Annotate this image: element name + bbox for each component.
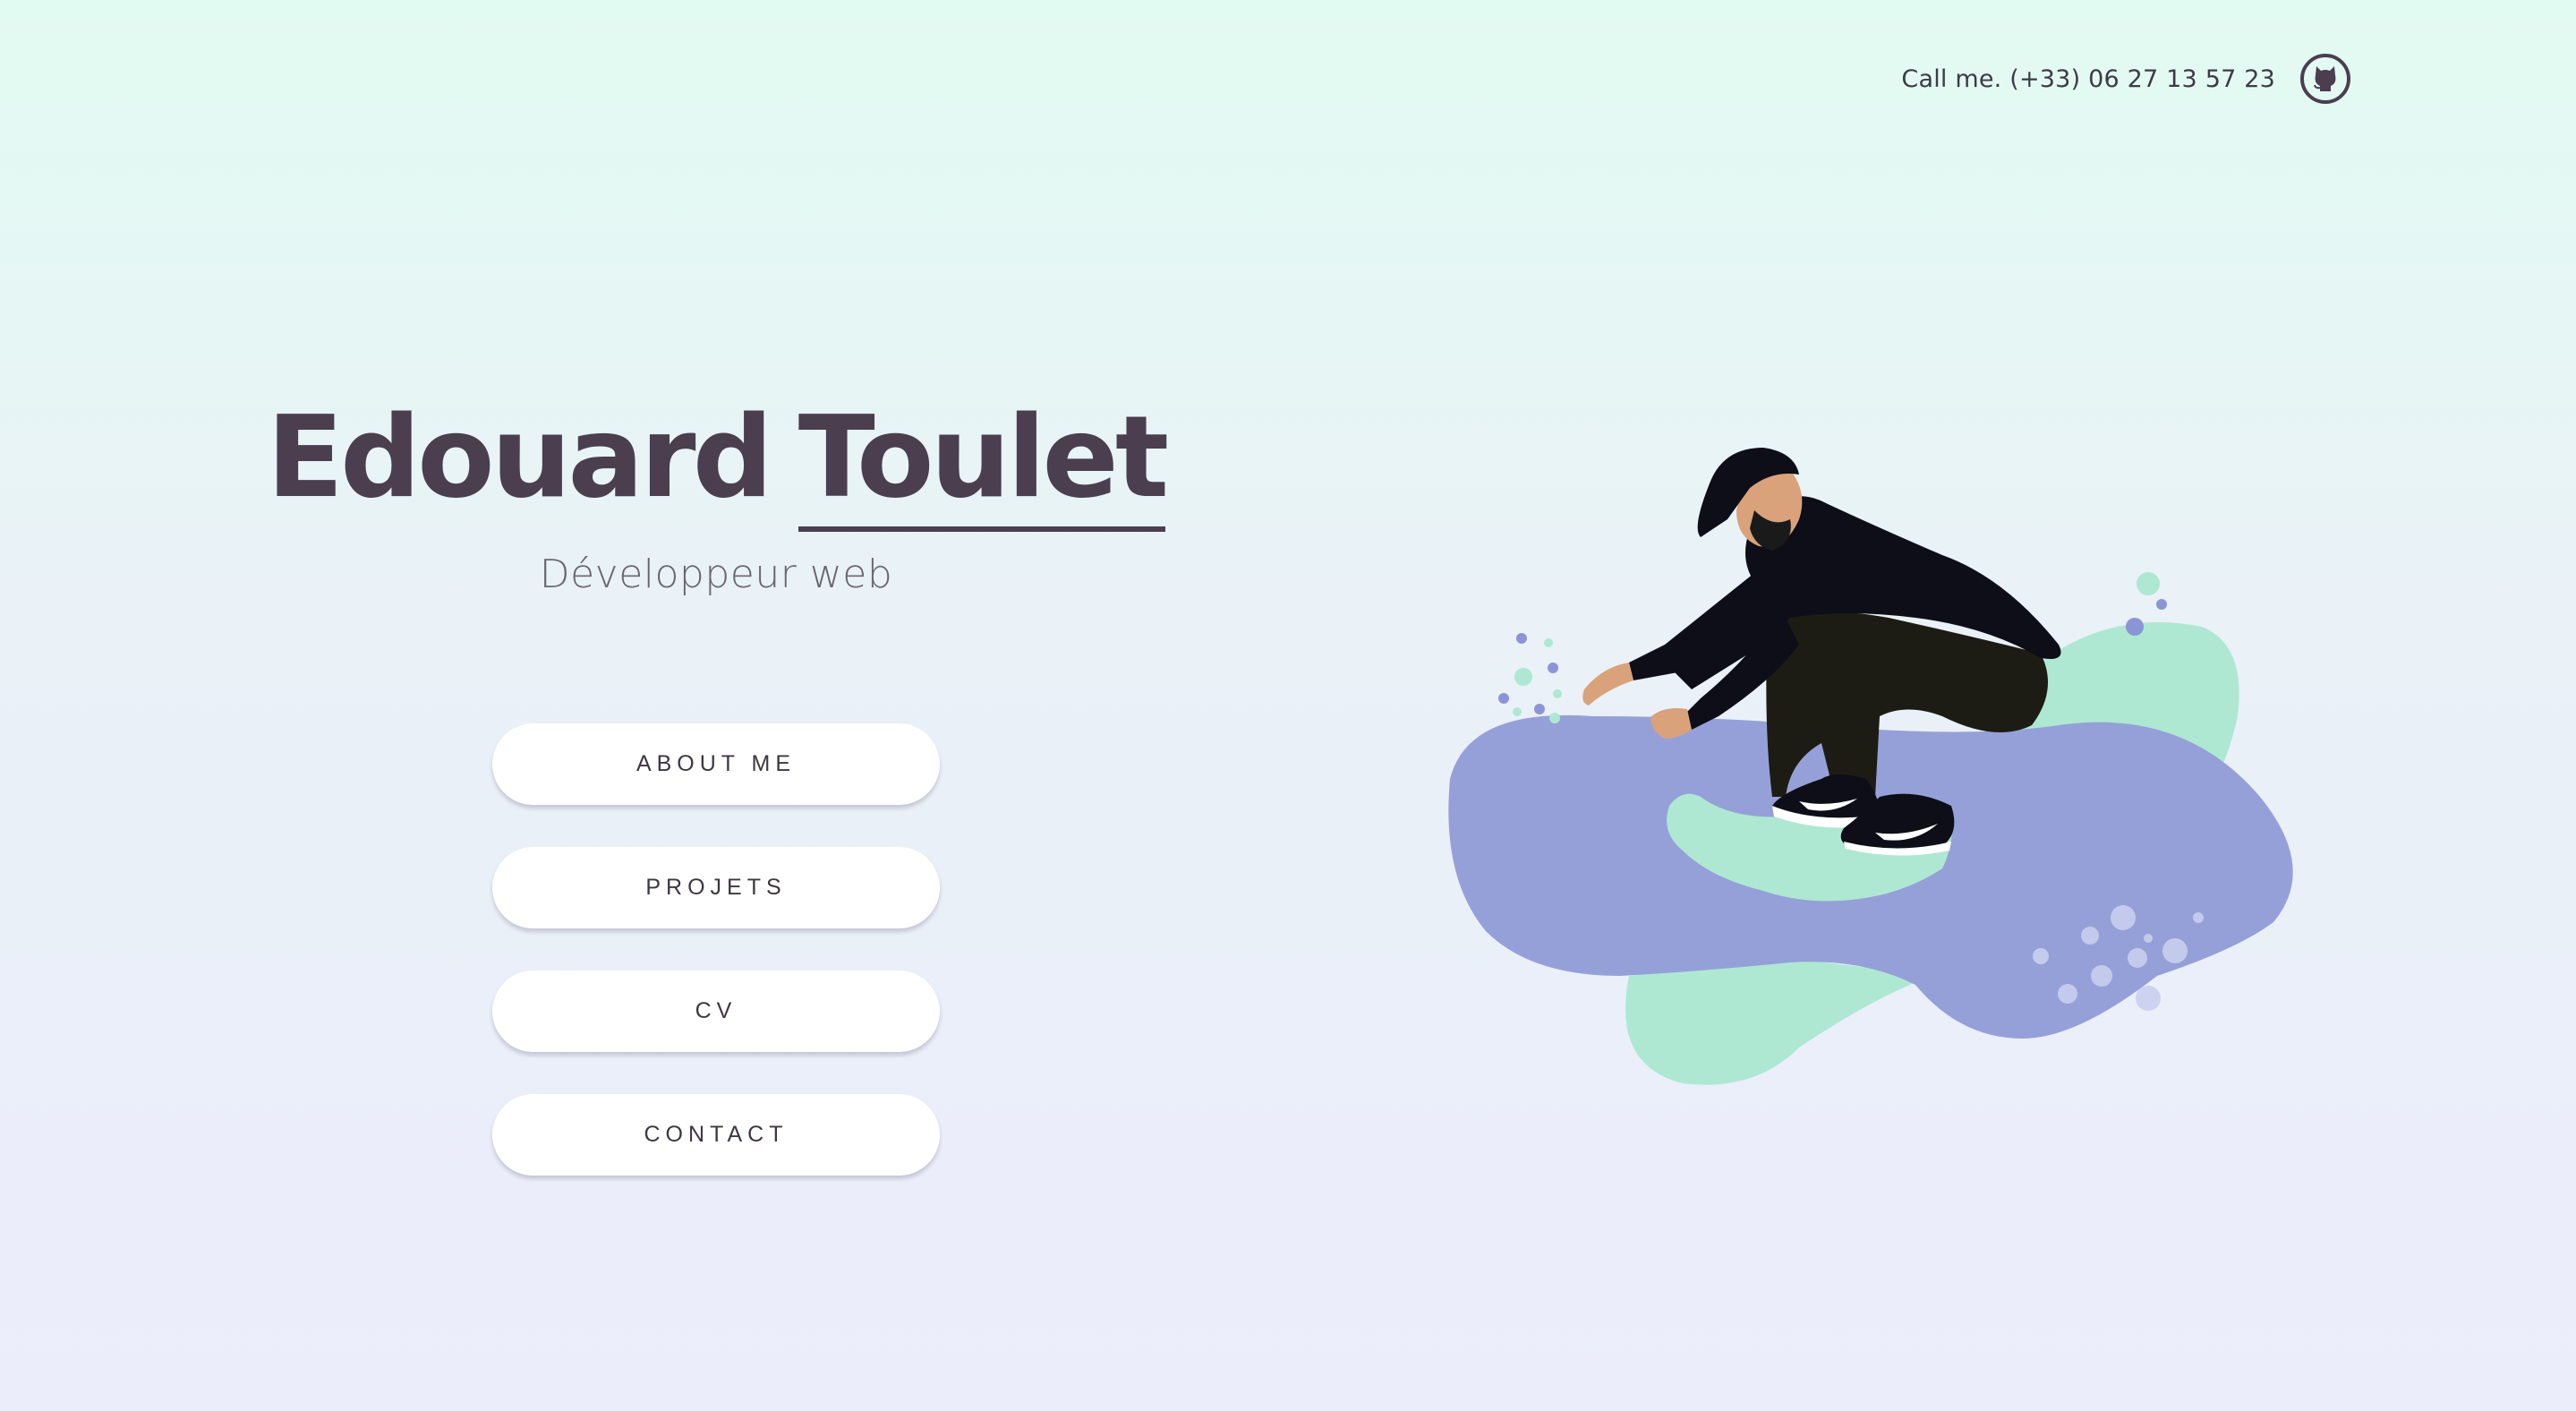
first-name: Edouard <box>266 391 773 523</box>
last-name: Toulet <box>798 401 1169 532</box>
top-bar: Call me. (+33) 06 27 13 57 23 <box>1901 54 2350 104</box>
about-me-button[interactable]: ABOUT ME <box>492 723 940 805</box>
github-icon[interactable] <box>2300 54 2350 104</box>
crouching-person-illustration <box>1414 421 2345 1101</box>
contact-button[interactable]: CONTACT <box>492 1094 940 1176</box>
hand-back <box>1582 663 1633 706</box>
hero-section: Edouard Toulet Développeur web <box>267 401 1169 598</box>
phone-number[interactable]: Call me. (+33) 06 27 13 57 23 <box>1901 65 2275 93</box>
projets-button[interactable]: PROJETS <box>492 847 940 928</box>
main-menu: ABOUT ME PROJETS CV CONTACT <box>492 723 940 1176</box>
job-title: Développeur web <box>539 552 893 597</box>
cv-button[interactable]: CV <box>492 971 940 1052</box>
page-title: Edouard Toulet <box>267 401 1169 532</box>
mint-blob-bottom <box>1625 958 1933 1085</box>
